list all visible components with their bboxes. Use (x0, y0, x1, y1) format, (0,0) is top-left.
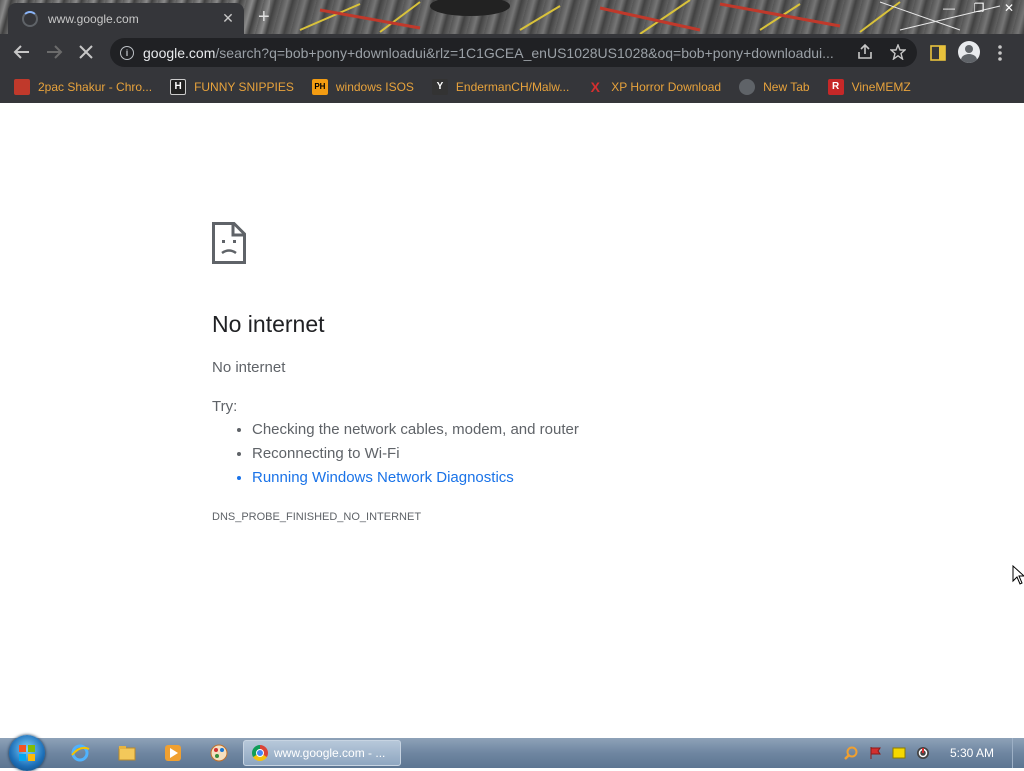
bookmark-label: XP Horror Download (611, 80, 722, 94)
file-explorer-icon[interactable] (117, 743, 137, 763)
new-tab-button[interactable]: + (258, 6, 270, 29)
bookmark-item[interactable]: New Tab (739, 79, 810, 95)
start-button[interactable] (9, 735, 45, 771)
url-path: /search?q=bob+pony+downloadui&rlz=1C1GCE… (215, 44, 834, 61)
search-tray-icon[interactable] (844, 746, 858, 760)
paint-icon[interactable] (209, 743, 229, 763)
bookmark-label: EndermanCH/Malw... (455, 80, 570, 94)
suggestion-item: Reconnecting to Wi-Fi (252, 442, 579, 466)
bookmark-item[interactable]: X XP Horror Download (587, 79, 722, 95)
tab-close-icon[interactable]: ✕ (218, 10, 238, 27)
title-bar: www.google.com ✕ + — ❐ ✕ (0, 0, 1024, 34)
media-player-icon[interactable] (163, 743, 183, 763)
bookmark-favicon-icon: H (170, 79, 187, 95)
stop-loading-icon[interactable] (77, 44, 95, 60)
sad-page-icon (212, 222, 246, 264)
bookmark-label: FUNNY SNIPPIES (194, 80, 294, 94)
bookmark-favicon-icon: X (590, 79, 600, 95)
error-title: No internet (212, 311, 325, 337)
suggestion-list: Checking the network cables, modem, and … (212, 418, 579, 490)
show-desktop-button[interactable] (1012, 738, 1024, 768)
bookmark-favicon-icon: PH (311, 79, 328, 95)
minimize-button[interactable]: — (934, 0, 964, 18)
bookmarks-bar: 2pac Shakur - Chro... H FUNNY SNIPPIES P… (0, 71, 1024, 103)
page-content: No internet No internet Try: Checking th… (0, 103, 1024, 738)
share-icon[interactable] (857, 44, 873, 60)
globe-icon (739, 79, 756, 95)
browser-toolbar: i google.com/search?q=bob+pony+downloadu… (0, 34, 1024, 71)
bookmark-label: 2pac Shakur - Chro... (38, 80, 153, 94)
bookmark-star-icon[interactable] (890, 44, 906, 60)
bookmark-favicon-icon: Y (431, 79, 448, 95)
address-bar[interactable]: i google.com/search?q=bob+pony+downloadu… (110, 38, 917, 67)
windows-logo-icon (19, 745, 35, 761)
browser-tab[interactable]: www.google.com ✕ (8, 3, 244, 34)
menu-dots-icon[interactable] (996, 44, 1004, 62)
action-center-flag-icon[interactable] (868, 746, 882, 760)
task-label: www.google.com - ... (274, 746, 386, 760)
error-subtitle: No internet (212, 359, 286, 376)
loading-spinner-icon (22, 10, 38, 27)
window-controls: — ❐ ✕ (934, 0, 1024, 18)
system-clock[interactable]: 5:30 AM (950, 746, 994, 760)
site-info-icon[interactable]: i (120, 45, 134, 60)
internet-explorer-icon[interactable] (70, 743, 90, 763)
bookmark-label: VineMEMZ (851, 80, 911, 94)
error-code: DNS_PROBE_FINISHED_NO_INTERNET (212, 511, 422, 523)
address-url[interactable]: google.com/search?q=bob+pony+downloadui&… (143, 45, 843, 61)
bookmark-item[interactable]: R VineMEMZ (827, 79, 911, 95)
back-arrow-icon[interactable] (13, 44, 31, 60)
bookmark-item[interactable]: Y EndermanCH/Malw... (431, 79, 570, 95)
close-window-button[interactable]: ✕ (994, 0, 1024, 18)
bookmark-label: New Tab (763, 80, 810, 94)
suggestion-item: Checking the network cables, modem, and … (252, 418, 579, 442)
mouse-cursor-icon (1012, 565, 1024, 585)
bookmark-label: windows ISOS (335, 80, 414, 94)
tab-title: www.google.com (48, 11, 139, 26)
try-label: Try: (212, 398, 238, 415)
bookmark-favicon-icon: R (827, 79, 844, 95)
chrome-task-button[interactable]: www.google.com - ... (243, 740, 401, 766)
bookmark-item[interactable]: H FUNNY SNIPPIES (170, 79, 294, 95)
url-host: google.com (143, 44, 216, 61)
bookmark-item[interactable]: 2pac Shakur - Chro... (14, 79, 152, 95)
maximize-button[interactable]: ❐ (964, 0, 994, 18)
bookmark-favicon-icon (14, 79, 30, 95)
taskbar: www.google.com - ... 5:30 AM (0, 735, 1024, 771)
network-diagnostics-link[interactable]: Running Windows Network Diagnostics (252, 466, 579, 490)
power-tray-icon[interactable] (916, 746, 930, 760)
forward-arrow-icon[interactable] (45, 44, 63, 60)
profile-avatar-icon[interactable] (958, 41, 980, 63)
side-panel-icon[interactable] (930, 45, 946, 61)
bookmark-item[interactable]: PH windows ISOS (311, 79, 414, 95)
tray-app-icon[interactable] (892, 746, 906, 760)
chrome-icon (252, 745, 268, 761)
